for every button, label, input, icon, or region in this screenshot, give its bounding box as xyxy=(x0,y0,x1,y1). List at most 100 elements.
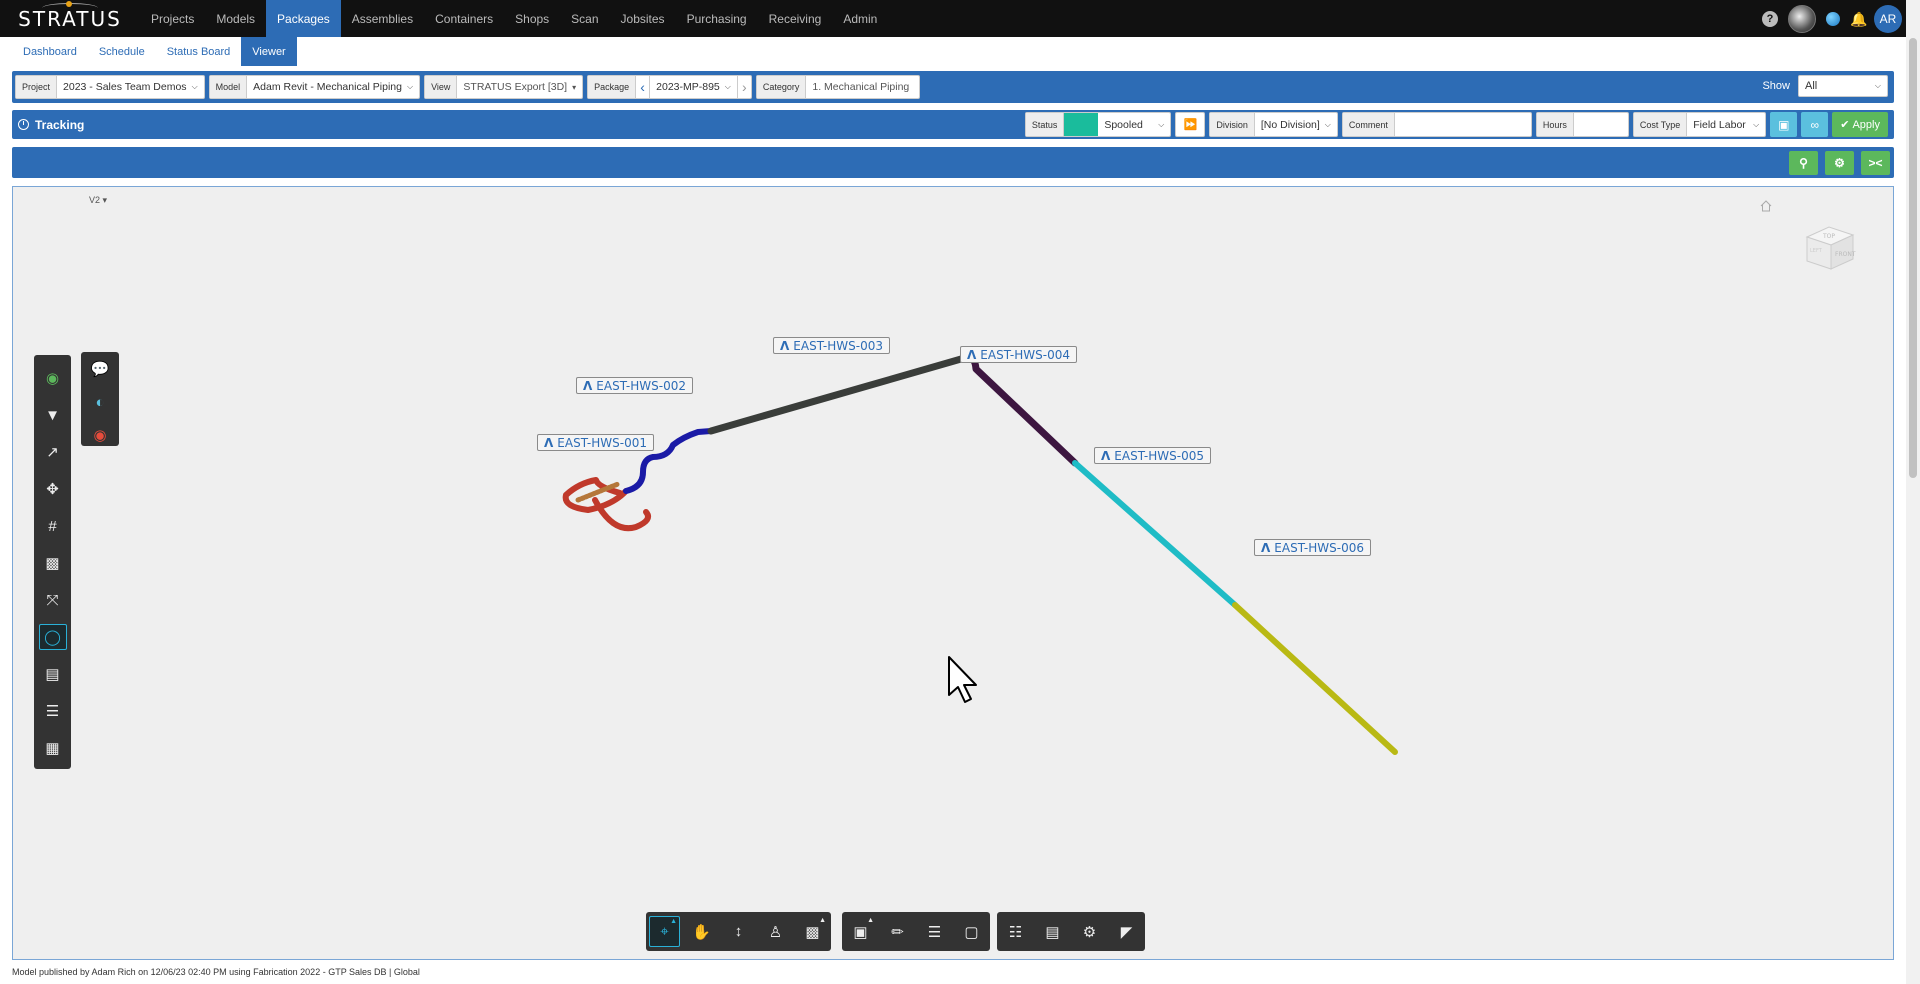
settings-button[interactable]: ⚙ xyxy=(1825,151,1854,175)
pipe-label-east-hws-003[interactable]: Λ EAST-HWS-003 xyxy=(773,337,891,354)
project-select[interactable]: Project 2023 - Sales Team Demos ⌵ xyxy=(15,75,205,99)
pipe-east-hws-003[interactable] xyxy=(707,353,972,435)
left-secondary-toolbar: 💬 ◐ ◉ xyxy=(81,352,119,446)
explode-model-button[interactable]: ▢ xyxy=(956,916,987,947)
walk-button[interactable]: ♙ xyxy=(760,916,791,947)
video-camera-icon: ▩ xyxy=(805,923,820,941)
floppy-disk-icon: ▦ xyxy=(45,740,60,757)
model-browser-button[interactable]: ☷ xyxy=(1000,916,1031,947)
nav-receiving[interactable]: Receiving xyxy=(758,0,833,37)
list-button[interactable]: ☰ xyxy=(39,698,67,724)
model-select[interactable]: Model Adam Revit - Mechanical Piping ⌵ xyxy=(208,75,421,99)
fast-forward-button[interactable]: ⏩ xyxy=(1175,112,1206,137)
nav-shops[interactable]: Shops xyxy=(504,0,560,37)
hours-field[interactable]: Hours xyxy=(1535,112,1629,137)
tab-schedule[interactable]: Schedule xyxy=(88,37,156,66)
nav-assemblies[interactable]: Assemblies xyxy=(341,0,424,37)
view-select[interactable]: View STRATUS Export [3D] ▾ xyxy=(424,75,584,99)
category-label: Category xyxy=(756,76,807,98)
fullscreen-button[interactable]: ◤ xyxy=(1111,916,1142,947)
issues-button[interactable]: ◉ xyxy=(86,423,114,446)
prev-package-icon[interactable]: ‹ xyxy=(636,76,651,98)
nav-packages[interactable]: Packages xyxy=(266,0,341,37)
nav-models[interactable]: Models xyxy=(205,0,266,37)
camera-view-button[interactable]: ▩ ▲ xyxy=(797,916,828,947)
globe-icon[interactable] xyxy=(1826,11,1840,26)
visibility-button[interactable]: ◉ xyxy=(39,365,67,391)
nav-scan[interactable]: Scan xyxy=(560,0,609,37)
move-icon: ✥ xyxy=(46,481,59,498)
pipe-label-text: EAST-HWS-002 xyxy=(596,378,687,393)
comment-field[interactable]: Comment xyxy=(1341,112,1532,137)
pipe-east-hws-004[interactable] xyxy=(964,353,1079,467)
hours-input[interactable] xyxy=(1574,113,1628,136)
tab-viewer[interactable]: Viewer xyxy=(241,37,297,66)
nav-projects[interactable]: Projects xyxy=(140,0,205,37)
help-icon[interactable]: ? xyxy=(1762,10,1778,27)
package-value: 2023-MP-895 xyxy=(656,81,720,93)
pipe-label-east-hws-004[interactable]: Λ EAST-HWS-004 xyxy=(960,346,1078,363)
pipe-label-east-hws-001[interactable]: Λ EAST-HWS-001 xyxy=(537,434,655,451)
orbit-button[interactable]: ⌖ ▲ xyxy=(649,916,680,947)
nav-purchasing[interactable]: Purchasing xyxy=(676,0,758,37)
tab-dashboard[interactable]: Dashboard xyxy=(12,37,88,66)
explode-button[interactable]: ▩ xyxy=(39,550,67,576)
stratus-logo[interactable]: STRATUS xyxy=(0,0,140,37)
pipe-label-east-hws-006[interactable]: Λ EAST-HWS-006 xyxy=(1254,539,1372,556)
layers-button[interactable]: ☰ xyxy=(919,916,950,947)
connect-button[interactable]: ⤧ xyxy=(39,587,67,613)
camera-button[interactable]: ▣ xyxy=(1770,112,1798,137)
pipe-east-hws-006[interactable] xyxy=(1232,602,1398,755)
division-select[interactable]: Division [No Division] ⌵ xyxy=(1209,112,1338,137)
pipe-label-east-hws-005[interactable]: Λ EAST-HWS-005 xyxy=(1094,447,1212,464)
attach-button[interactable]: ∞ xyxy=(1801,112,1829,137)
section-button[interactable]: ▣ ▲ xyxy=(845,916,876,947)
category-field[interactable]: Category 1. Mechanical Piping xyxy=(755,75,921,99)
zoom-button[interactable]: ↕ xyxy=(723,916,754,947)
chevron-down-icon: ⌵ xyxy=(191,82,198,91)
page-scrollbar[interactable] xyxy=(1906,0,1920,984)
hierarchy-icon: ☷ xyxy=(1008,923,1023,941)
move-button[interactable]: ✥ xyxy=(39,476,67,502)
fullscreen-icon: ◤ xyxy=(1120,923,1133,941)
properties-button[interactable]: ▤ xyxy=(1037,916,1068,947)
model-viewer-canvas[interactable]: V2 ▾ TOP FRONT LEFT Λ EAST-HWS-001 Λ EAST-… xyxy=(12,186,1894,960)
top-navbar: STRATUS Projects Models Packages Assembl… xyxy=(0,0,1920,37)
bell-icon[interactable]: 🔔 xyxy=(1850,12,1867,26)
tab-status-board[interactable]: Status Board xyxy=(156,37,242,66)
show-select[interactable]: All ⌵ xyxy=(1798,75,1888,97)
nav-admin[interactable]: Admin xyxy=(832,0,888,37)
package-label: Package xyxy=(588,76,637,98)
next-package-icon[interactable]: › xyxy=(736,76,751,98)
print-button[interactable]: ▤ xyxy=(39,661,67,687)
check-icon: ✔ xyxy=(1840,119,1850,131)
save-button[interactable]: ▦ xyxy=(39,735,67,761)
eye-icon: ◉ xyxy=(45,370,60,387)
status-select[interactable]: Status Spooled ⌵ xyxy=(1024,112,1172,137)
measure-button[interactable]: ✏ xyxy=(882,916,913,947)
company-avatar[interactable] xyxy=(1788,4,1816,33)
fast-forward-icon: ⏩ xyxy=(1183,119,1198,131)
comments-button[interactable]: 💬 xyxy=(86,358,114,381)
filter-button[interactable]: ▼ xyxy=(39,402,67,428)
comment-input[interactable] xyxy=(1395,113,1531,136)
pipe-east-hws-005[interactable] xyxy=(1072,460,1238,608)
tracking-status-button[interactable]: ◯ xyxy=(38,624,67,650)
nav-containers[interactable]: Containers xyxy=(424,0,504,37)
pipe-label-east-hws-002[interactable]: Λ EAST-HWS-002 xyxy=(576,377,694,394)
user-avatar[interactable]: AR xyxy=(1874,4,1902,33)
viewer-settings-button[interactable]: ⚙ xyxy=(1074,916,1105,947)
tracking-header[interactable]: Tracking xyxy=(12,118,84,132)
color-status-button[interactable]: ◐ xyxy=(86,391,114,414)
grid-button[interactable]: # xyxy=(39,513,67,539)
cost-type-select[interactable]: Cost Type Field Labor ⌵ xyxy=(1632,112,1767,137)
collapse-button[interactable]: >< xyxy=(1861,151,1890,175)
search-button[interactable]: ⚲ xyxy=(1789,151,1818,175)
external-link-button[interactable]: ↗ xyxy=(39,439,67,465)
pan-button[interactable]: ✋ xyxy=(686,916,717,947)
apply-button[interactable]: ✔ Apply xyxy=(1832,112,1888,137)
nav-jobsites[interactable]: Jobsites xyxy=(610,0,676,37)
package-select[interactable]: Package ‹ 2023-MP-895 ⌵ › xyxy=(587,75,752,99)
piping-model[interactable] xyxy=(13,187,1893,959)
scrollbar-thumb[interactable] xyxy=(1909,38,1917,478)
